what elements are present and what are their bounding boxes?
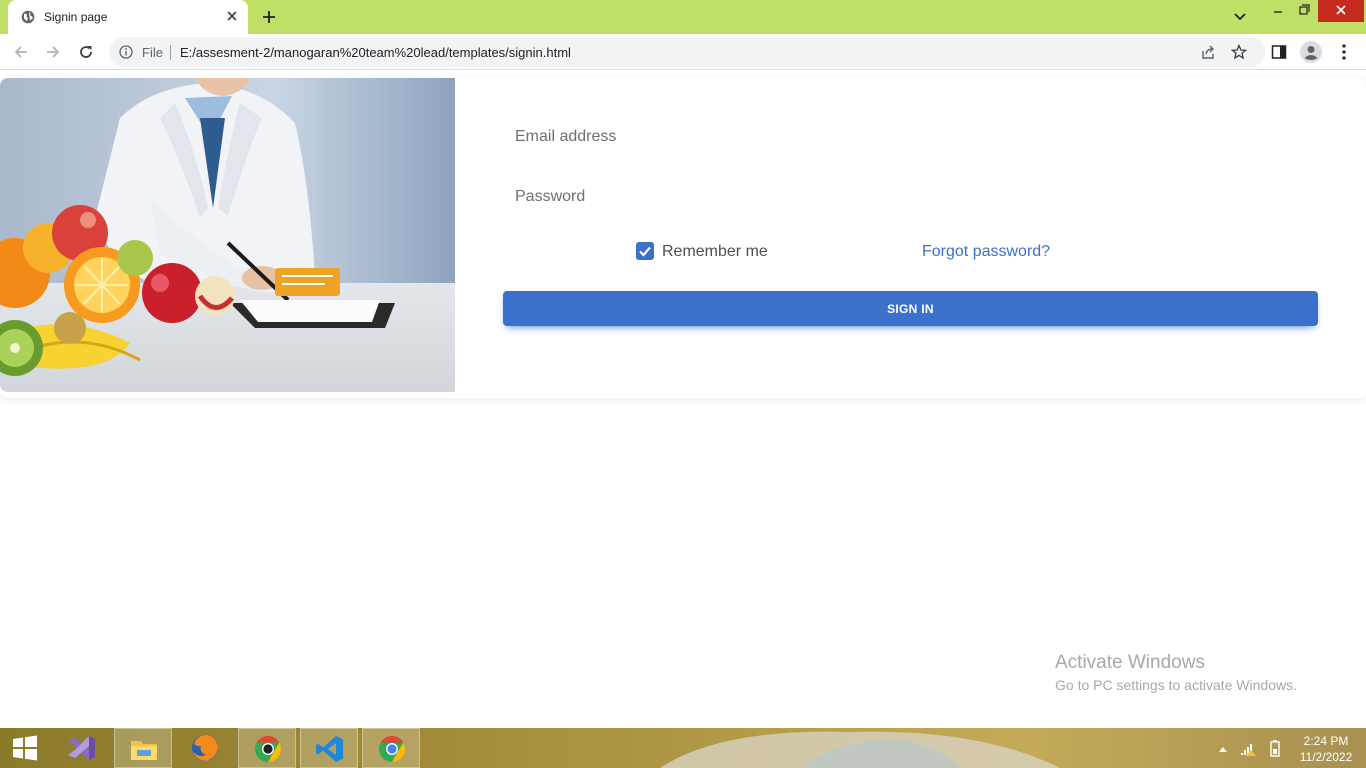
- watermark-heading: Activate Windows: [1055, 652, 1205, 673]
- restore-button[interactable]: [1292, 0, 1316, 22]
- browser-tab[interactable]: Signin page: [8, 0, 248, 34]
- firefox-icon[interactable]: [176, 728, 234, 768]
- taskbar: 2:24 PM 11/2/2022: [0, 728, 1366, 768]
- email-field[interactable]: [503, 117, 1318, 157]
- page-content: Remember me Forgot password? SIGN IN Act…: [0, 71, 1366, 728]
- password-input[interactable]: [503, 177, 1318, 217]
- wallpaper-figure: [660, 731, 1060, 768]
- side-panel-icon[interactable]: [1271, 44, 1287, 60]
- hero-image: [0, 78, 455, 392]
- show-hidden-icons-icon[interactable]: [1217, 728, 1229, 768]
- browser-toolbar: File E:/assesment-2/manogaran%20team%20l…: [0, 34, 1366, 70]
- clock-date: 11/2/2022: [1299, 750, 1353, 764]
- address-bar[interactable]: File E:/assesment-2/manogaran%20team%20l…: [109, 37, 1265, 67]
- plus-icon[interactable]: [260, 8, 278, 26]
- checkmark-icon[interactable]: [636, 242, 654, 260]
- system-clock[interactable]: 2:24 PM 11/2/2022: [1290, 733, 1362, 765]
- clock-time: 2:24 PM: [1303, 734, 1349, 748]
- forgot-password-link[interactable]: Forgot password?: [922, 243, 1050, 261]
- window-close-button[interactable]: [1318, 0, 1364, 22]
- scheme-label: File: [142, 45, 163, 60]
- vscode-icon[interactable]: [300, 728, 358, 768]
- star-icon[interactable]: [1231, 44, 1247, 60]
- reload-icon[interactable]: [77, 43, 95, 61]
- url-text[interactable]: E:/assesment-2/manogaran%20team%20lead/t…: [180, 45, 571, 60]
- file-explorer-icon[interactable]: [114, 728, 172, 768]
- share-icon[interactable]: [1200, 44, 1216, 60]
- menu-icon[interactable]: [1336, 43, 1352, 61]
- signin-card: Remember me Forgot password? SIGN IN: [0, 78, 1366, 398]
- profile-icon[interactable]: [1300, 41, 1322, 63]
- tab-title: Signin page: [44, 10, 108, 24]
- chrome-icon[interactable]: [362, 728, 420, 768]
- activate-windows-watermark: Activate Windows Go to PC settings to ac…: [1055, 652, 1297, 693]
- info-icon[interactable]: [119, 45, 133, 59]
- password-field[interactable]: [503, 177, 1318, 217]
- remember-me-label[interactable]: Remember me: [662, 243, 768, 261]
- forward-icon[interactable]: [44, 43, 62, 61]
- network-icon[interactable]: [1239, 728, 1257, 768]
- email-input[interactable]: [503, 117, 1318, 157]
- chevron-down-icon[interactable]: [1232, 10, 1248, 24]
- chrome-canary-icon[interactable]: [238, 728, 296, 768]
- title-bar: Signin page: [0, 0, 1366, 34]
- visual-studio-icon[interactable]: [52, 728, 110, 768]
- close-icon[interactable]: [224, 8, 240, 24]
- globe-icon: [21, 10, 35, 24]
- divider: [170, 45, 171, 60]
- start-button[interactable]: [0, 728, 50, 768]
- minimize-button[interactable]: [1266, 0, 1290, 22]
- watermark-subtext: Go to PC settings to activate Windows.: [1055, 677, 1297, 693]
- sign-in-button[interactable]: SIGN IN: [503, 291, 1318, 326]
- back-icon[interactable]: [12, 43, 30, 61]
- battery-icon[interactable]: [1268, 728, 1282, 768]
